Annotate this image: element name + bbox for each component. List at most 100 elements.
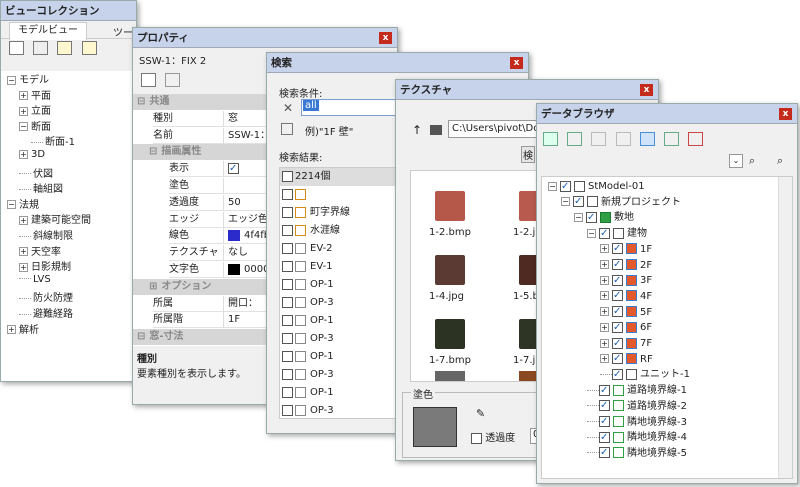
checkbox[interactable]: [573, 194, 584, 209]
collapse-tree-icon[interactable]: [567, 132, 583, 146]
checkbox[interactable]: [599, 226, 610, 241]
tree-item[interactable]: + 立面: [19, 102, 51, 117]
expander-icon[interactable]: −: [7, 200, 16, 210]
tree-item[interactable]: +3D: [19, 149, 45, 160]
checkbox[interactable]: [282, 206, 293, 218]
expander-icon[interactable]: +: [600, 244, 609, 254]
checkbox[interactable]: [282, 332, 293, 344]
copy-view-icon[interactable]: [9, 41, 24, 55]
tree-item[interactable]: +6F: [600, 320, 652, 335]
expander-icon[interactable]: +: [19, 262, 28, 272]
view-collection-titlebar[interactable]: ビューコレクション: [1, 1, 136, 21]
checkbox[interactable]: [282, 350, 293, 362]
expander-icon[interactable]: +: [19, 106, 28, 116]
tree-item[interactable]: − 断面: [19, 118, 51, 133]
collapse-icon[interactable]: ⊟: [149, 146, 157, 157]
expander-icon[interactable]: −: [587, 228, 596, 238]
checkbox[interactable]: [612, 320, 623, 335]
tree-item[interactable]: − 建物: [587, 226, 647, 241]
checkbox[interactable]: [599, 398, 610, 413]
tree-item[interactable]: 断面-1: [31, 133, 75, 148]
checkbox[interactable]: [560, 179, 571, 194]
search-button[interactable]: 検: [521, 146, 535, 163]
tree-item[interactable]: − 敷地: [574, 210, 634, 225]
tree-item[interactable]: 防火防煙: [19, 289, 73, 304]
checkbox[interactable]: [612, 241, 623, 256]
checkbox[interactable]: [612, 336, 623, 351]
checkbox[interactable]: [282, 278, 293, 290]
checkbox[interactable]: [612, 351, 623, 366]
delete-node-icon[interactable]: [688, 132, 704, 146]
link-icon[interactable]: [165, 73, 181, 87]
add-node-icon[interactable]: [663, 132, 679, 146]
tree-item[interactable]: +1F: [600, 241, 652, 257]
checkbox[interactable]: [282, 242, 293, 254]
expander-icon[interactable]: +: [600, 275, 609, 285]
tree-item[interactable]: 伏図: [19, 165, 53, 180]
tree-item[interactable]: 道路境界線-1: [587, 383, 687, 398]
tree-item[interactable]: − モデル: [7, 71, 49, 86]
checkbox[interactable]: [282, 404, 293, 416]
tree-item[interactable]: − StModel-01: [548, 179, 645, 194]
expander-icon[interactable]: +: [19, 149, 28, 159]
expander-icon[interactable]: +: [600, 322, 609, 332]
binoculars-icon[interactable]: ⌕: [749, 154, 755, 168]
collapse-icon[interactable]: ⊞: [149, 281, 157, 292]
tree-item[interactable]: 道路境界線-2: [587, 398, 687, 414]
search-titlebar[interactable]: 検索 x: [267, 53, 528, 73]
up-arrow-icon[interactable]: ↑: [412, 123, 422, 137]
tree-item[interactable]: 隣地境界線-3: [587, 414, 687, 430]
expander-icon[interactable]: −: [7, 75, 16, 85]
texture-thumbnail[interactable]: [435, 255, 465, 285]
paste-view-icon[interactable]: [33, 41, 49, 55]
lock-icon[interactable]: [591, 132, 607, 146]
checkbox[interactable]: [612, 257, 623, 272]
tree-item[interactable]: 斜線制限: [19, 227, 73, 242]
tree-item[interactable]: − 法規: [7, 196, 39, 211]
expander-icon[interactable]: +: [600, 260, 609, 269]
expand-tree-icon[interactable]: [543, 132, 558, 146]
checkbox[interactable]: [586, 210, 597, 225]
expander-icon[interactable]: −: [561, 197, 570, 207]
link-tree-icon[interactable]: [639, 132, 655, 146]
checkbox[interactable]: [599, 383, 610, 398]
tree-item[interactable]: + RF: [600, 351, 653, 367]
properties-titlebar[interactable]: プロパティ x: [133, 28, 397, 48]
tree-item[interactable]: +7F: [600, 336, 652, 351]
tree-item[interactable]: +4F: [600, 288, 652, 304]
expander-icon[interactable]: +: [600, 291, 609, 301]
expander-icon[interactable]: +: [19, 91, 28, 101]
checkbox[interactable]: [282, 170, 293, 182]
texture-thumbnail[interactable]: [435, 371, 465, 381]
checkbox[interactable]: [282, 188, 293, 200]
expander-icon[interactable]: +: [600, 307, 609, 317]
texture-titlebar[interactable]: テクスチャ x: [396, 80, 658, 100]
close-icon[interactable]: x: [379, 32, 392, 44]
unlock-icon[interactable]: [615, 132, 631, 146]
tree-item[interactable]: + 建築可能空間: [19, 211, 91, 226]
fill-color-swatch[interactable]: [413, 407, 457, 447]
tab-model-view[interactable]: モデルビュー: [9, 22, 87, 40]
checkbox[interactable]: [612, 288, 623, 303]
checkbox[interactable]: [282, 314, 293, 326]
close-icon[interactable]: x: [640, 84, 653, 96]
tree-item[interactable]: 避難経路: [19, 305, 73, 320]
tab-tool[interactable]: ツー: [113, 24, 133, 39]
checkbox[interactable]: [612, 367, 623, 382]
tree-item[interactable]: ユニット-1: [600, 367, 690, 382]
tree-item[interactable]: LVS: [19, 274, 51, 285]
expander-icon[interactable]: +: [7, 325, 16, 335]
transparency-checkbox[interactable]: [471, 432, 482, 444]
tree-item[interactable]: +2F: [600, 257, 652, 273]
find-icon[interactable]: ⌕: [777, 154, 783, 168]
tree-item[interactable]: + 日影規制: [19, 258, 71, 273]
collapse-icon[interactable]: ⊟: [137, 96, 145, 107]
data-browser-titlebar[interactable]: データブラウザ x: [537, 104, 797, 124]
checkbox[interactable]: [282, 224, 293, 236]
tree-item[interactable]: + 天空率: [19, 243, 61, 258]
categorized-icon[interactable]: [141, 73, 156, 87]
tree-item[interactable]: 軸組図: [19, 180, 63, 195]
checkbox[interactable]: [612, 273, 623, 288]
eyedropper-icon[interactable]: ✎: [476, 407, 485, 420]
close-icon[interactable]: x: [779, 108, 792, 120]
